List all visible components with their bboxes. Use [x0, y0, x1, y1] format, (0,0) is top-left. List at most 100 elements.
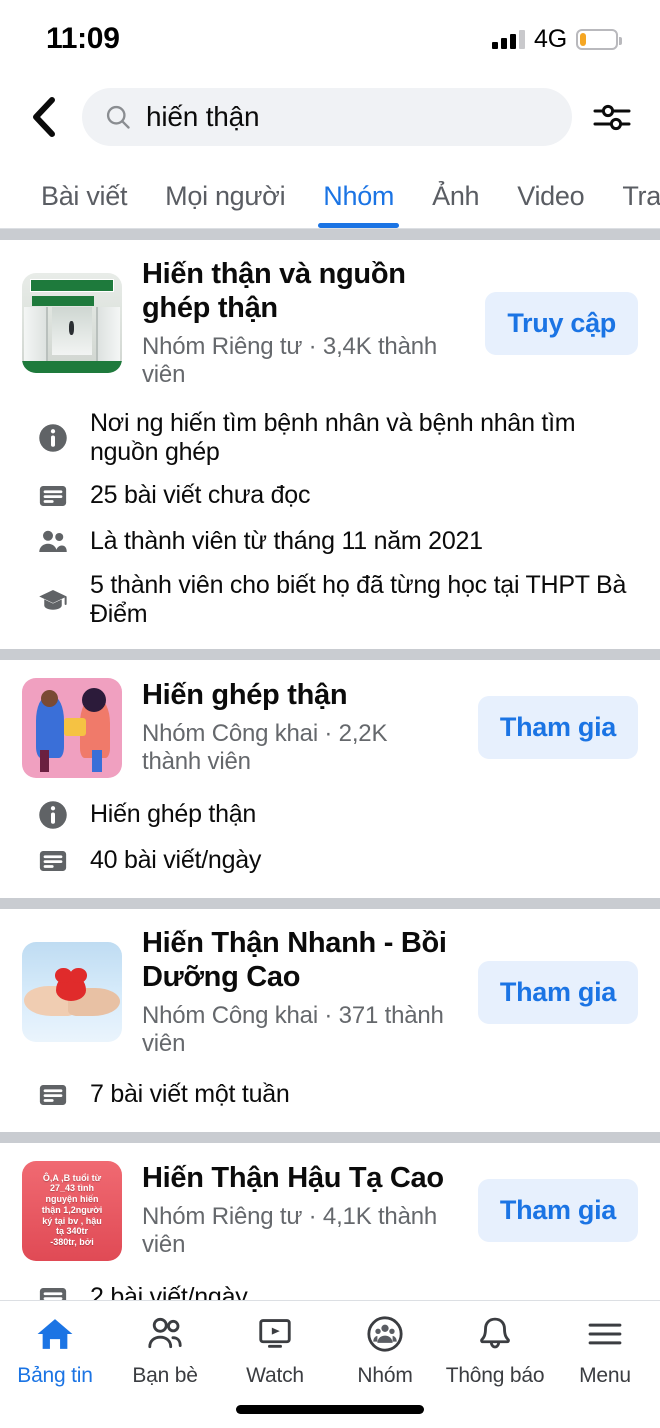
- nav-item-nhom[interactable]: Nhóm: [330, 1313, 440, 1388]
- home-icon: [35, 1313, 75, 1355]
- group-detail-row: 7 bài viết một tuần: [22, 1072, 638, 1118]
- group-meta: Nhóm Riêng tư · 4,1K thành viên: [142, 1203, 438, 1259]
- group-action-button[interactable]: Truy cập: [485, 291, 638, 355]
- nav-item-menu[interactable]: Menu: [550, 1313, 660, 1388]
- group-thumbnail: [22, 942, 122, 1043]
- thumbnail-text-line: thận 1,2người: [41, 1204, 103, 1215]
- group-card-text: Hiến ghép thận Nhóm Công khai · 2,2K thà…: [142, 679, 458, 776]
- nav-item-thong-bao[interactable]: Thông báo: [440, 1313, 550, 1388]
- nav-item-bang-tin[interactable]: Bảng tin: [0, 1313, 110, 1388]
- group-detail-text: Hiến ghép thận: [90, 800, 257, 829]
- tab-video[interactable]: Video: [498, 181, 603, 228]
- nav-label: Watch: [246, 1364, 304, 1387]
- group-detail-text: Là thành viên từ tháng 11 năm 2021: [90, 527, 483, 556]
- group-detail-row: Hiến ghép thận: [22, 792, 638, 838]
- tab-trang[interactable]: Trang: [603, 181, 660, 228]
- group-action-button[interactable]: Tham gia: [477, 1179, 638, 1243]
- thumbnail-text-line: tạ 340tr: [55, 1226, 89, 1237]
- article-icon: [36, 479, 70, 513]
- back-button[interactable]: [22, 95, 66, 139]
- group-detail-row: 25 bài viết chưa đọc: [22, 473, 638, 519]
- sliders-icon: [593, 104, 631, 131]
- group-card-text: Hiến Thận Hậu Tạ Cao Nhóm Riêng tư · 4,1…: [142, 1162, 458, 1259]
- info-icon: [36, 798, 70, 832]
- search-icon: [106, 105, 130, 129]
- tab-bai-viet[interactable]: Bài viết: [22, 181, 146, 228]
- thumbnail-text-lines: Ô,A ,B tuổi từ 27_43 tình nguyện hiến th…: [22, 1161, 122, 1261]
- tab-anh[interactable]: Ảnh: [413, 181, 498, 228]
- group-detail-list: Hiến ghép thận 40 bài viết/ngày: [22, 792, 638, 884]
- nav-label: Bạn bè: [132, 1364, 198, 1387]
- article-icon: [36, 844, 70, 878]
- thumbnail-text-line: -380tr, bởi: [50, 1236, 94, 1247]
- group-meta: Nhóm Công khai · 371 thành viên: [142, 1001, 444, 1057]
- nav-item-watch[interactable]: Watch: [220, 1313, 330, 1388]
- thumbnail-text-line: Ô,A ,B tuổi từ: [42, 1172, 102, 1183]
- group-card-header: Hiến thận và nguồn ghép thận Nhóm Riêng …: [22, 258, 638, 389]
- list-separator: [0, 897, 660, 909]
- friends-icon: [145, 1313, 185, 1355]
- home-indicator: [236, 1405, 424, 1414]
- status-bar-indicators: 4G: [492, 24, 622, 54]
- search-filter-button[interactable]: [588, 95, 636, 139]
- status-bar: 11:09 4G: [0, 0, 660, 78]
- group-detail-text: 5 thành viên cho biết họ đã từng học tại…: [90, 570, 627, 628]
- network-type-label: 4G: [534, 24, 567, 53]
- group-meta: Nhóm Riêng tư · 3,4K thành viên: [142, 332, 438, 388]
- group-result-card[interactable]: Hiến Thận Nhanh - Bồi Dưỡng Cao Nhóm Côn…: [0, 908, 660, 1132]
- group-detail-list: 7 bài viết một tuần: [22, 1072, 638, 1118]
- group-detail-text: 25 bài viết chưa đọc: [90, 481, 311, 510]
- group-card-header: Hiến ghép thận Nhóm Công khai · 2,2K thà…: [22, 677, 638, 778]
- app-screen: 11:09 4G hiến thận Bài viết Mọi người Nh…: [0, 0, 660, 1428]
- thumbnail-text-line: ký tại bv , hậu: [42, 1215, 102, 1226]
- nav-label: Bảng tin: [17, 1364, 93, 1387]
- search-input[interactable]: hiến thận: [82, 88, 572, 146]
- group-name: Hiến Thận Nhanh - Bồi Dưỡng Cao: [142, 926, 447, 993]
- group-name: Hiến thận và nguồn ghép thận: [142, 258, 406, 324]
- status-bar-time: 11:09: [46, 22, 120, 55]
- list-separator: [0, 1131, 660, 1143]
- group-detail-text: 7 bài viết một tuần: [90, 1080, 290, 1109]
- group-action-button[interactable]: Tham gia: [477, 960, 638, 1024]
- tab-moi-nguoi[interactable]: Mọi người: [146, 181, 304, 228]
- thumbnail-text-line: 27_43 tình: [49, 1183, 95, 1194]
- info-icon: [36, 421, 70, 455]
- group-thumbnail: Ô,A ,B tuổi từ 27_43 tình nguyện hiến th…: [22, 1160, 122, 1261]
- search-result-tabs: Bài viết Mọi người Nhóm Ảnh Video Trang: [0, 156, 660, 228]
- group-thumbnail: [22, 273, 122, 374]
- group-result-card[interactable]: Hiến ghép thận Nhóm Công khai · 2,2K thà…: [0, 659, 660, 898]
- battery-icon: [576, 28, 622, 50]
- group-detail-text: Nơi ng hiến tìm bệnh nhân và bệnh nhân t…: [90, 408, 576, 466]
- chevron-left-icon: [33, 97, 55, 137]
- group-thumbnail: [22, 677, 122, 778]
- group-detail-row: Nơi ng hiến tìm bệnh nhân và bệnh nhân t…: [22, 403, 638, 473]
- list-separator: [0, 648, 660, 660]
- group-name: Hiến ghép thận: [142, 679, 348, 712]
- group-detail-row: 5 thành viên cho biết họ đã từng học tại…: [22, 565, 638, 635]
- article-icon: [36, 1078, 70, 1112]
- group-results-list: Hiến thận và nguồn ghép thận Nhóm Riêng …: [0, 229, 660, 1428]
- tab-nhom[interactable]: Nhóm: [304, 181, 413, 228]
- nav-label: Menu: [579, 1364, 631, 1387]
- cellular-signal-icon: [492, 29, 526, 49]
- group-detail-row: Là thành viên từ tháng 11 năm 2021: [22, 519, 638, 565]
- nav-label: Nhóm: [357, 1364, 413, 1387]
- group-card-text: Hiến Thận Nhanh - Bồi Dưỡng Cao Nhóm Côn…: [142, 927, 458, 1058]
- bottom-navigation-bar: Bảng tin Bạn bè Watch Nhóm Thông báo Men…: [0, 1300, 660, 1428]
- group-result-card[interactable]: Hiến thận và nguồn ghép thận Nhóm Riêng …: [0, 240, 660, 649]
- nav-item-ban-be[interactable]: Bạn bè: [110, 1313, 220, 1388]
- graduation-cap-icon: [36, 583, 70, 617]
- group-card-text: Hiến thận và nguồn ghép thận Nhóm Riêng …: [142, 258, 465, 389]
- nav-label: Thông báo: [445, 1364, 545, 1387]
- thumbnail-text-line: nguyện hiến: [45, 1194, 99, 1205]
- group-action-button[interactable]: Tham gia: [477, 696, 638, 760]
- group-card-header: Ô,A ,B tuổi từ 27_43 tình nguyện hiến th…: [22, 1160, 638, 1261]
- group-detail-list: Nơi ng hiến tìm bệnh nhân và bệnh nhân t…: [22, 403, 638, 635]
- people-icon: [36, 525, 70, 559]
- search-header: hiến thận: [0, 78, 660, 156]
- group-detail-text: 40 bài viết/ngày: [90, 846, 262, 875]
- group-detail-row: 40 bài viết/ngày: [22, 838, 638, 884]
- watch-play-icon: [255, 1313, 295, 1355]
- hamburger-menu-icon: [585, 1313, 625, 1355]
- group-meta: Nhóm Công khai · 2,2K thành viên: [142, 720, 388, 776]
